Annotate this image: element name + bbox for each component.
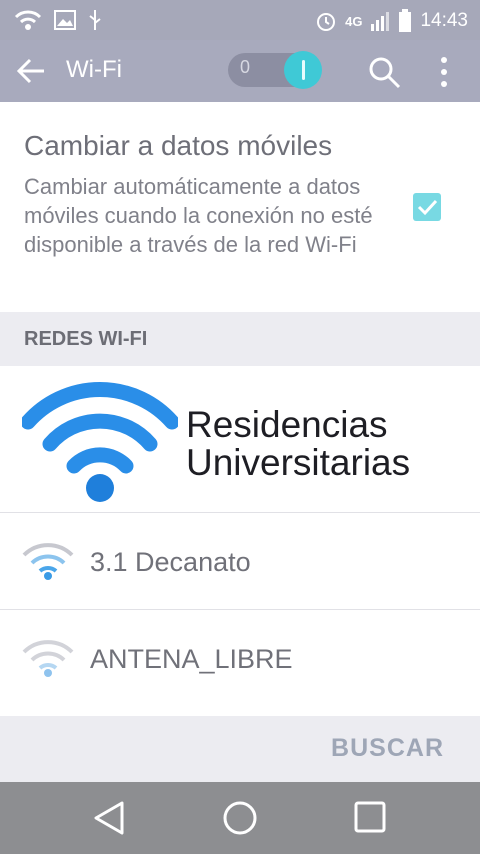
page-title: Wi-Fi	[66, 56, 122, 83]
alarm-icon	[317, 13, 336, 31]
network-row[interactable]: 3.1 Decanato	[0, 513, 480, 609]
wifi-toggle[interactable]: 0	[228, 51, 324, 89]
status-bar: 4G 14:43	[0, 0, 480, 40]
image-icon	[54, 10, 76, 30]
status-bar-right: 4G 14:43	[315, 9, 468, 33]
wifi-logo-icon	[22, 382, 178, 502]
signal-icon	[371, 12, 390, 31]
search-icon[interactable]	[366, 54, 402, 90]
app-toolbar: Wi-Fi 0	[0, 40, 480, 102]
wifi-toggle-off-label: 0	[240, 57, 251, 77]
banner-text: Residencias Universitarias	[186, 406, 410, 482]
banner-line-2: Universitarias	[186, 442, 411, 483]
usb-icon	[89, 10, 101, 30]
wifi-signal-icon	[22, 640, 74, 677]
status-bar-left	[14, 8, 102, 32]
network-name: 3.1 Decanato	[90, 547, 251, 577]
scan-button[interactable]: BUSCAR	[331, 734, 444, 763]
wifi-networks-header: REDES WI-FI	[0, 312, 480, 366]
wifi-icon	[14, 10, 42, 30]
section-header-label: REDES WI-FI	[24, 328, 148, 350]
home-circle-icon[interactable]	[222, 800, 258, 836]
setting-description: Cambiar automáticamente a datos móviles …	[24, 174, 373, 257]
wifi-toggle-thumb	[284, 51, 322, 89]
network-banner[interactable]: Residencias Universitarias	[0, 366, 480, 512]
mobile-data-setting[interactable]: Cambiar a datos móviles Cambiar automáti…	[0, 102, 480, 312]
wifi-network-list: Residencias Universitarias 3.1 Decanato …	[0, 366, 480, 716]
network-name: ANTENA_LIBRE	[90, 644, 293, 674]
more-options-icon[interactable]	[434, 54, 454, 90]
navigation-bar	[0, 782, 480, 854]
checkmark-icon	[417, 199, 438, 216]
back-triangle-icon[interactable]	[92, 800, 126, 836]
battery-icon	[399, 9, 412, 32]
network-row[interactable]: ANTENA_LIBRE	[0, 610, 480, 706]
recents-square-icon[interactable]	[353, 800, 387, 834]
mobile-data-checkbox[interactable]	[413, 193, 441, 221]
setting-title: Cambiar a datos móviles	[24, 130, 333, 161]
footer-actions: BUSCAR	[0, 716, 480, 782]
back-arrow-icon[interactable]	[14, 54, 48, 88]
wifi-signal-icon	[22, 543, 74, 580]
network-type-label: 4G	[345, 13, 363, 29]
banner-line-1: Residencias	[186, 404, 388, 445]
clock: 14:43	[420, 10, 468, 31]
